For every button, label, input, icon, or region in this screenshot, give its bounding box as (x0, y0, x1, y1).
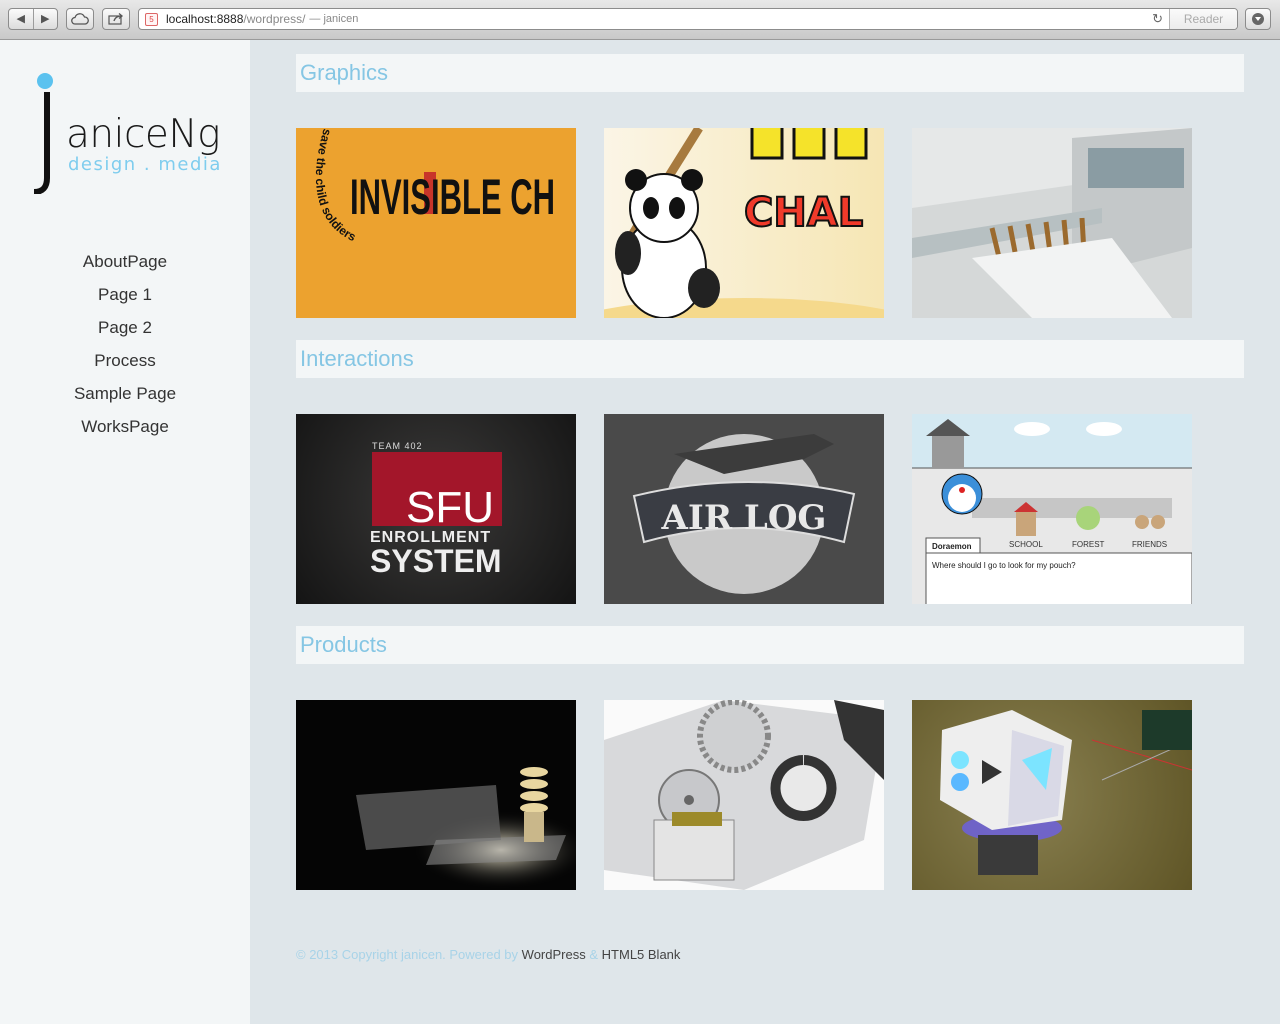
logo-dot (37, 73, 53, 89)
thumbnail-panda[interactable]: CHAL (604, 128, 884, 318)
invisible-children-art: save the child soldiers INVISIBLE CH (313, 128, 555, 244)
logo-name: aniceNg (66, 112, 220, 157)
airlog-art: AIR LOG (632, 434, 856, 594)
gear-art (604, 700, 884, 890)
html5-favicon-icon: 5 (145, 12, 158, 26)
back-forward-buttons[interactable]: ◀ ▶ (8, 8, 58, 30)
label-forest: FOREST (1072, 540, 1105, 549)
icloud-tabs-button[interactable] (66, 8, 94, 30)
thumbnail-lamp-product[interactable] (296, 700, 576, 890)
footer-copyright: © 2013 Copyright janicen. Powered by (296, 947, 519, 962)
page-title: — janicen (309, 13, 359, 25)
thumbnail-invisible-children[interactable]: save the child soldiers INVISIBLE CH (296, 128, 576, 318)
footer-wordpress-link[interactable]: WordPress (522, 947, 586, 962)
sidebar: aniceNg design . media AboutPage Page 1 … (0, 40, 250, 1024)
nav-item-page-1[interactable]: Page 1 (0, 283, 250, 316)
thumbnail-doraemon-game[interactable]: SCHOOL FOREST FRIENDS Doraemon Where sho… (912, 414, 1192, 604)
url-path: /wordpress/ (243, 12, 306, 26)
panda-art: CHAL (604, 128, 884, 318)
invisible-title: INVISIBLE CH (350, 169, 555, 225)
airlog-title: AIR LOG (661, 498, 827, 538)
section-title: Interactions (300, 346, 414, 371)
browser-toolbar: ◀ ▶ 5 localhost:8888 /wordpress/ — janice… (0, 0, 1280, 40)
footer-ampersand: & (589, 947, 599, 962)
site-footer: © 2013 Copyright janicen. Powered by Wor… (296, 947, 680, 962)
label-school: SCHOOL (1009, 540, 1043, 549)
sfu-kicker: TEAM 402 (372, 441, 423, 451)
cloud-icon (71, 13, 89, 25)
address-bar[interactable]: 5 localhost:8888 /wordpress/ — janicen ↻… (138, 8, 1238, 30)
forward-icon[interactable]: ▶ (34, 9, 58, 29)
nav-item-sample-page[interactable]: Sample Page (0, 382, 250, 415)
url-host: localhost:8888 (166, 12, 244, 26)
led-cube-art (940, 710, 1192, 875)
doraemon-art: SCHOOL FOREST FRIENDS Doraemon Where sho… (912, 414, 1192, 604)
footer-html5blank-link[interactable]: HTML5 Blank (602, 947, 681, 962)
download-icon (1252, 13, 1264, 25)
thumbnail-airlog[interactable]: AIR LOG (604, 414, 884, 604)
challenge-text: CHAL (744, 190, 863, 236)
share-button[interactable] (102, 8, 130, 30)
section-header-interactions: Interactions (296, 340, 1244, 378)
share-icon (108, 13, 124, 25)
site-logo[interactable]: aniceNg design . media (26, 70, 236, 200)
section-header-products: Products (296, 626, 1244, 664)
reload-icon[interactable]: ↻ (1152, 11, 1163, 27)
sfu-title: SFU (406, 483, 494, 532)
back-icon[interactable]: ◀ (9, 9, 33, 29)
reader-button[interactable]: Reader (1169, 9, 1237, 29)
nav-item-process[interactable]: Process (0, 349, 250, 382)
thumbnail-gear-product[interactable] (604, 700, 884, 890)
nav-item-workspage[interactable]: WorksPage (0, 415, 250, 448)
nav-item-aboutpage[interactable]: AboutPage (0, 250, 250, 283)
doraemon-tab: Doraemon (932, 542, 972, 551)
nav-item-page-2[interactable]: Page 2 (0, 316, 250, 349)
sfu-art: TEAM 402 SFU ENROLLMENT SYSTEM (370, 441, 502, 579)
thumbnail-sfu-enrollment[interactable]: TEAM 402 SFU ENROLLMENT SYSTEM (296, 414, 576, 604)
logo-j-glyph (33, 92, 50, 194)
thumbnail-led-cube-product[interactable] (912, 700, 1192, 890)
section-title: Graphics (300, 60, 389, 85)
architecture-art (912, 128, 1192, 318)
doraemon-prompt: Where should I go to look for my pouch? (932, 561, 1076, 570)
downloads-button[interactable] (1245, 8, 1271, 30)
thumbnail-architecture[interactable] (912, 128, 1192, 318)
section-header-graphics: Graphics (296, 54, 1244, 92)
section-title: Products (300, 632, 387, 657)
logo-tagline: design . media (68, 154, 222, 175)
main-nav: AboutPage Page 1 Page 2 Process Sample P… (0, 250, 250, 448)
label-friends: FRIENDS (1132, 540, 1167, 549)
lamp-art (356, 767, 576, 890)
sfu-system: SYSTEM (370, 543, 502, 579)
